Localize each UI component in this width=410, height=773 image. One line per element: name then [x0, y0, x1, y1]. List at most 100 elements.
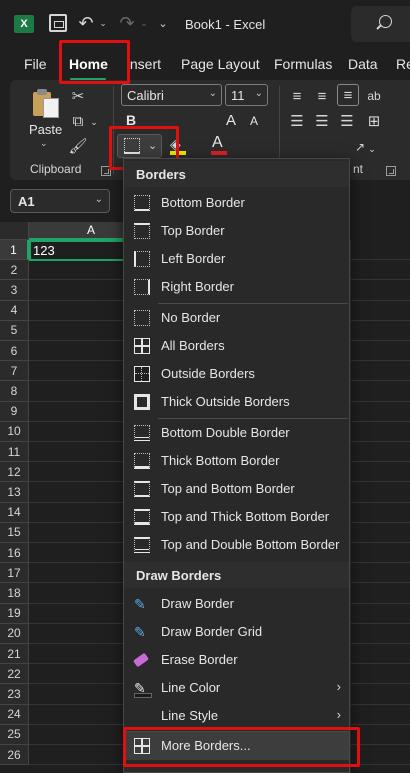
- row-header-3[interactable]: 3: [0, 280, 29, 301]
- tab-insert[interactable]: Insert: [126, 56, 161, 74]
- undo-dropdown-caret-icon[interactable]: ⌄: [97, 16, 109, 30]
- row-header-4[interactable]: 4: [0, 300, 29, 321]
- menu-item-label: Top and Double Bottom Border: [161, 537, 340, 552]
- menu-item-line-style[interactable]: Line Style ›: [124, 702, 349, 730]
- tab-data[interactable]: Data: [348, 56, 378, 74]
- menu-item-label: Line Color: [161, 680, 221, 695]
- row-header-19[interactable]: 19: [0, 603, 29, 624]
- align-center-icon[interactable]: ☰: [312, 111, 332, 131]
- no-border-icon: [134, 310, 150, 326]
- draw-border-grid-icon: ✎: [134, 624, 146, 640]
- wrap-text-icon[interactable]: ab: [364, 86, 384, 106]
- paste-button-label[interactable]: Paste: [29, 122, 62, 137]
- menu-item-draw-border-grid[interactable]: ✎ Draw Border Grid: [124, 618, 349, 646]
- tab-file[interactable]: File: [24, 56, 47, 74]
- tab-formulas[interactable]: Formulas: [274, 56, 332, 74]
- undo-icon[interactable]: ↶: [76, 12, 96, 34]
- menu-item-erase-border[interactable]: Erase Border: [124, 646, 349, 674]
- redo-dropdown-caret-icon[interactable]: ⌄: [138, 16, 150, 30]
- row-header-22[interactable]: 22: [0, 664, 29, 685]
- row-header-9[interactable]: 9: [0, 401, 29, 422]
- font-color-button[interactable]: A: [212, 134, 223, 152]
- copy-dropdown-caret-icon[interactable]: ⌄: [88, 112, 100, 132]
- row-header-18[interactable]: 18: [0, 583, 29, 604]
- cell-a1-value[interactable]: 123: [33, 243, 55, 258]
- cut-icon[interactable]: ✂: [68, 86, 88, 106]
- copy-icon[interactable]: ⧉: [68, 111, 88, 131]
- row-header-5[interactable]: 5: [0, 320, 29, 341]
- paste-icon[interactable]: [31, 88, 61, 118]
- font-name-value: Calibri: [127, 88, 164, 103]
- menu-item-label: Line Style: [161, 708, 219, 723]
- menu-item-no-border[interactable]: No Border: [124, 304, 349, 332]
- menu-item-thick-outside-borders[interactable]: Thick Outside Borders: [124, 388, 349, 416]
- chevron-down-icon: ⌄: [94, 194, 103, 205]
- menu-item-bottom-border[interactable]: Bottom Border: [124, 189, 349, 217]
- bottom-align-icon[interactable]: ≡: [337, 84, 359, 106]
- row-header-21[interactable]: 21: [0, 644, 29, 665]
- row-header-11[interactable]: 11: [0, 442, 29, 463]
- redo-icon[interactable]: ↷: [117, 12, 137, 34]
- top-align-icon[interactable]: ≡: [287, 86, 307, 106]
- chevron-down-icon: ⌄: [254, 88, 263, 99]
- row-header-12[interactable]: 12: [0, 462, 29, 483]
- row-header-7[interactable]: 7: [0, 361, 29, 382]
- row-header-8[interactable]: 8: [0, 381, 29, 402]
- menu-item-top-border[interactable]: Top Border: [124, 217, 349, 245]
- tab-page-layout[interactable]: Page Layout: [181, 56, 260, 74]
- name-box[interactable]: A1 ⌄: [10, 189, 110, 213]
- menu-item-label: Left Border: [161, 251, 226, 266]
- row-header-16[interactable]: 16: [0, 543, 29, 564]
- font-name-select[interactable]: Calibri ⌄: [121, 84, 222, 106]
- row-header-26[interactable]: 26: [0, 745, 29, 766]
- row-header-2[interactable]: 2: [0, 260, 29, 281]
- row-header-10[interactable]: 10: [0, 421, 29, 442]
- menu-item-all-borders[interactable]: All Borders: [124, 332, 349, 360]
- row-header-6[interactable]: 6: [0, 341, 29, 362]
- align-right-icon[interactable]: ☰: [337, 111, 357, 131]
- merge-center-icon[interactable]: ⊞: [364, 111, 384, 131]
- menu-item-top-and-thick-bottom-border[interactable]: Top and Thick Bottom Border: [124, 503, 349, 531]
- row-header-25[interactable]: 25: [0, 724, 29, 745]
- customize-quick-access-icon[interactable]: ⌄: [156, 14, 170, 32]
- menu-item-top-and-double-bottom-border[interactable]: Top and Double Bottom Border: [124, 531, 349, 559]
- clipboard-group-label: Clipboard: [30, 162, 82, 176]
- save-icon[interactable]: [49, 14, 67, 32]
- highlight-home-tab: [59, 40, 130, 84]
- align-left-icon[interactable]: ☰: [287, 111, 307, 131]
- menu-item-right-border[interactable]: Right Border: [124, 273, 349, 301]
- row-header-13[interactable]: 13: [0, 482, 29, 503]
- menu-item-line-color[interactable]: ✎ Line Color ›: [124, 674, 349, 702]
- format-painter-icon[interactable]: 🖌: [68, 136, 88, 156]
- tab-review[interactable]: Re: [396, 56, 410, 74]
- font-size-select[interactable]: 11 ⌄: [225, 84, 268, 106]
- menu-item-bottom-double-border[interactable]: Bottom Double Border: [124, 419, 349, 447]
- highlight-more-borders: [123, 727, 360, 767]
- borders-section-header: Borders: [136, 167, 186, 182]
- menu-item-outside-borders[interactable]: Outside Borders: [124, 360, 349, 388]
- menu-item-label: Thick Outside Borders: [161, 394, 290, 409]
- menu-item-label: Outside Borders: [161, 366, 255, 381]
- paste-dropdown-caret-icon[interactable]: ⌄: [40, 138, 48, 149]
- search-icon[interactable]: [374, 15, 392, 33]
- middle-align-icon[interactable]: ≡: [312, 86, 332, 106]
- name-box-value: A1: [18, 194, 35, 209]
- row-header-14[interactable]: 14: [0, 502, 29, 523]
- decrease-font-size-button[interactable]: A: [246, 112, 262, 130]
- row-header-17[interactable]: 17: [0, 563, 29, 584]
- increase-font-size-button[interactable]: A: [222, 110, 240, 130]
- menu-item-label: Bottom Double Border: [161, 425, 290, 440]
- row-header-1[interactable]: 1: [0, 240, 29, 261]
- orientation-dropdown-caret-icon[interactable]: ⌄: [366, 139, 378, 159]
- row-header-24[interactable]: 24: [0, 704, 29, 725]
- row-header-15[interactable]: 15: [0, 522, 29, 543]
- menu-item-top-and-bottom-border[interactable]: Top and Bottom Border: [124, 475, 349, 503]
- select-all-corner[interactable]: [0, 222, 29, 240]
- alignment-launcher-icon[interactable]: [386, 166, 396, 176]
- menu-item-left-border[interactable]: Left Border: [124, 245, 349, 273]
- menu-item-thick-bottom-border[interactable]: Thick Bottom Border: [124, 447, 349, 475]
- row-header-20[interactable]: 20: [0, 623, 29, 644]
- menu-item-draw-border[interactable]: ✎ Draw Border: [124, 590, 349, 618]
- window-title: Book1 - Excel: [185, 16, 266, 32]
- row-header-23[interactable]: 23: [0, 684, 29, 705]
